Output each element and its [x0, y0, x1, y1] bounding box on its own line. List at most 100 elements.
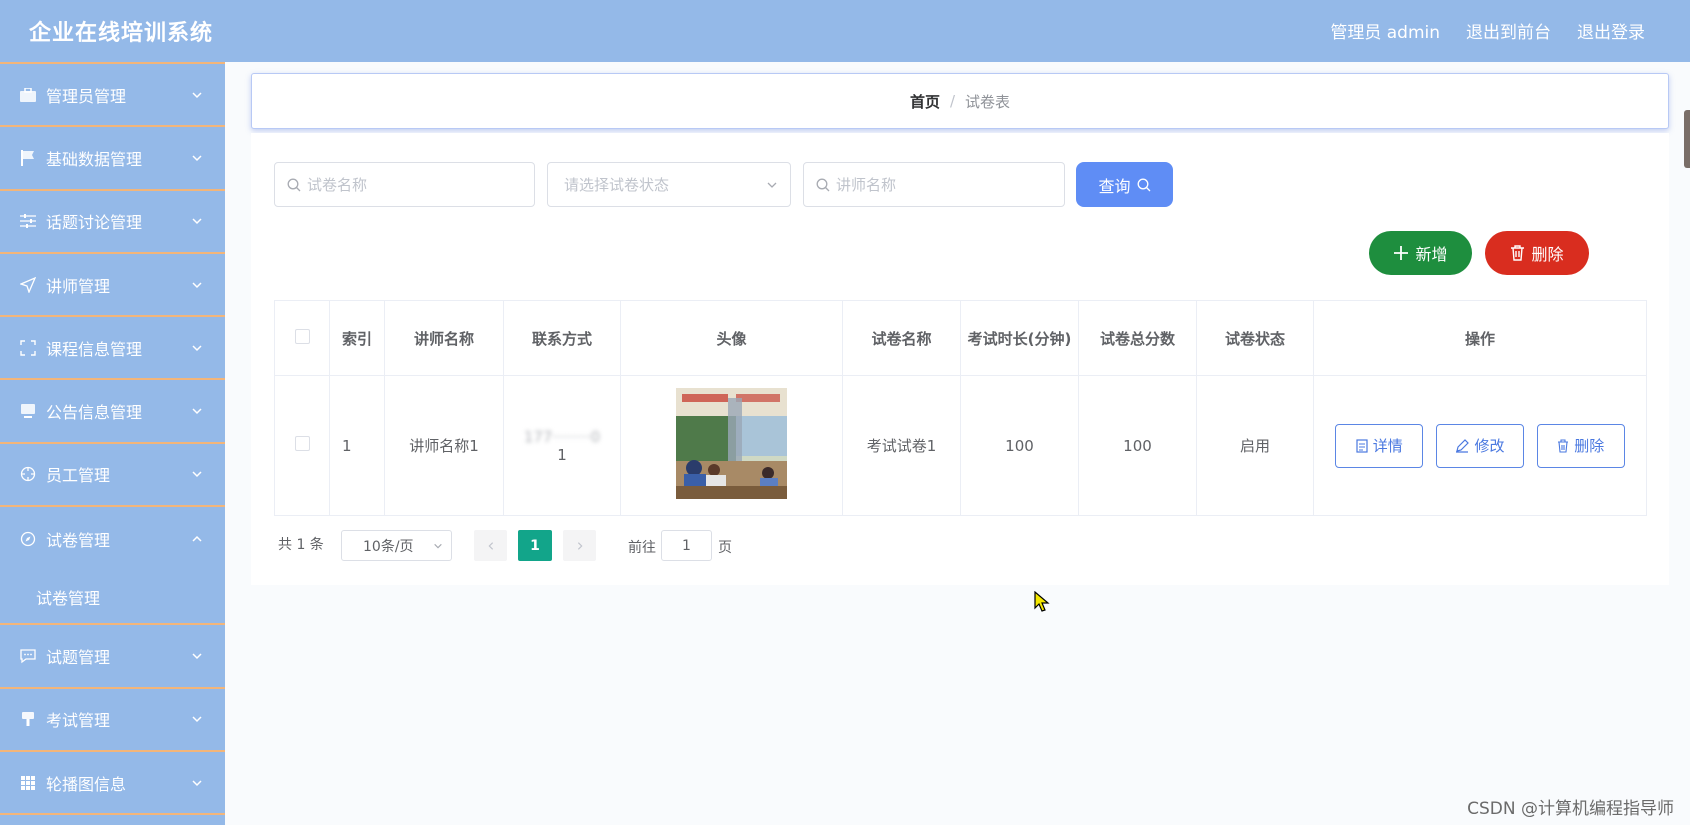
- edit-button[interactable]: 修改: [1436, 423, 1524, 468]
- chevron-down-icon: [192, 92, 202, 98]
- flag-icon: [19, 149, 37, 167]
- sidebar-item-label: 员工管理: [46, 466, 111, 486]
- sidebar-item-admin[interactable]: 管理员管理: [0, 64, 225, 128]
- goto-page-input[interactable]: 1: [661, 530, 712, 561]
- query-button[interactable]: 查询: [1076, 162, 1173, 207]
- table-row: 1 讲师名称1 177········0 1 考试试卷1 100 100 启用 …: [274, 375, 1647, 516]
- delete-row-button[interactable]: 删除: [1536, 423, 1625, 468]
- sidebar-item-label: 管理员管理: [46, 86, 127, 106]
- sidebar-item-label: 基础数据管理: [46, 149, 143, 169]
- total-count: 共 1 条: [278, 537, 324, 553]
- sidebar-item-topic[interactable]: 话题讨论管理: [0, 191, 225, 254]
- row-select-cell: [274, 375, 330, 516]
- teacher-name-search-input[interactable]: 讲师名称: [803, 162, 1065, 207]
- column-header: 索引: [329, 300, 385, 376]
- sidebar-item-course[interactable]: 课程信息管理: [0, 317, 225, 381]
- prev-page-button[interactable]: [474, 530, 507, 561]
- chevron-down-icon: [192, 471, 202, 478]
- index-cell: 1: [329, 375, 385, 516]
- sidebar: 管理员管理 基础数据管理 话题讨论管理 讲师管理 课程信息管理 公告信息管理 员…: [0, 62, 225, 825]
- sidebar-item-question[interactable]: 试题管理: [0, 625, 225, 689]
- placeholder-text: 讲师名称: [836, 176, 897, 194]
- sidebar-item-label: 课程信息管理: [46, 339, 143, 359]
- scrollbar-handle[interactable]: [1684, 110, 1690, 168]
- fullscreen-icon: [19, 339, 37, 357]
- search-icon: [816, 178, 830, 191]
- sidebar-item-label: 试卷管理: [46, 530, 111, 550]
- sliders-icon: [19, 212, 37, 230]
- delete-button-label: 删除: [1531, 245, 1564, 264]
- chevron-down-icon: [192, 345, 202, 351]
- column-header: 联系方式: [503, 300, 621, 376]
- sidebar-item-carousel[interactable]: 轮播图信息: [0, 752, 225, 816]
- sidebar-item-basic-data[interactable]: 基础数据管理: [0, 127, 225, 191]
- paper-table: 索引 讲师名称 联系方式 头像 试卷名称 考试时长(分钟) 试卷总分数 试卷状态…: [274, 300, 1647, 516]
- teacher-name-cell: 讲师名称1: [384, 375, 504, 516]
- chevron-down-icon: [192, 282, 202, 288]
- placeholder-text: 请选择试卷状态: [564, 176, 670, 194]
- chevron-down-icon: [192, 408, 202, 415]
- paper-name-search-input[interactable]: 试卷名称: [274, 162, 535, 207]
- column-header: 讲师名称: [384, 300, 504, 376]
- page-size-select[interactable]: 10条/页: [341, 530, 452, 561]
- row-checkbox[interactable]: [294, 436, 310, 451]
- sidebar-item-exam[interactable]: 考试管理: [0, 689, 225, 752]
- total-score-cell: 100: [1078, 375, 1197, 516]
- page-number-active[interactable]: 1: [518, 530, 552, 561]
- logout-link[interactable]: 退出登录: [1577, 18, 1645, 43]
- phone-line2: 1: [557, 445, 567, 464]
- pagination-total: 共 1 条: [278, 530, 324, 561]
- sidebar-item-label: 试题管理: [46, 648, 111, 668]
- column-header: 操作: [1313, 300, 1647, 376]
- compass-icon: [19, 530, 37, 548]
- send-icon: [19, 276, 37, 294]
- submenu-item-paper-manage[interactable]: 试卷管理: [0, 570, 225, 626]
- chevron-down-icon: [192, 155, 202, 161]
- operations-cell: 详情 修改 删除: [1313, 375, 1647, 516]
- query-button-label: 查询: [1098, 176, 1131, 196]
- top-navbar: 企业在线培训系统 管理员 admin 退出到前台 退出登录: [0, 0, 1690, 62]
- paper-status-select[interactable]: 请选择试卷状态: [547, 162, 791, 207]
- column-header: 试卷名称: [842, 300, 961, 376]
- briefcase-icon: [19, 86, 37, 104]
- breadcrumb-current: 试卷表: [965, 92, 1011, 111]
- search-icon: [287, 178, 301, 191]
- admin-user-link[interactable]: 管理员 admin: [1330, 18, 1440, 43]
- add-button-label: 新增: [1415, 245, 1448, 264]
- sidebar-item-employee[interactable]: 员工管理: [0, 444, 225, 508]
- sidebar-item-label: 考试管理: [46, 711, 111, 731]
- sidebar-item-notice[interactable]: 公告信息管理: [0, 380, 225, 444]
- column-header: 试卷状态: [1196, 300, 1314, 376]
- chevron-down-icon: [192, 218, 202, 225]
- plus-icon: [1394, 246, 1409, 260]
- column-header: 头像: [620, 300, 843, 376]
- phone-cell: 177········0 1: [503, 375, 621, 516]
- status-cell: 启用: [1196, 375, 1314, 516]
- select-all-cell: [274, 300, 330, 376]
- detail-button[interactable]: 详情: [1335, 423, 1424, 468]
- edit-icon: [1456, 438, 1470, 453]
- sidebar-item-paper[interactable]: 试卷管理: [0, 507, 225, 570]
- chevron-down-icon: [192, 780, 202, 786]
- sidebar-item-teacher[interactable]: 讲师管理: [0, 254, 225, 318]
- search-icon: [1137, 178, 1150, 191]
- goto-label: 前往: [628, 540, 656, 556]
- grid-icon: [19, 774, 37, 792]
- sidebar-item-label: 话题讨论管理: [46, 213, 143, 233]
- add-button[interactable]: 新增: [1369, 231, 1472, 275]
- duration-cell: 100: [960, 375, 1079, 516]
- avatar-image: [676, 388, 787, 499]
- phone-masked: 177········0: [523, 427, 601, 446]
- chevron-down-icon: [434, 543, 442, 549]
- batch-delete-button[interactable]: 删除: [1485, 231, 1589, 275]
- chevron-down-icon: [767, 182, 777, 188]
- exit-to-frontend-link[interactable]: 退出到前台: [1466, 18, 1551, 43]
- breadcrumb-home[interactable]: 首页: [910, 91, 940, 112]
- table-header-row: 索引 讲师名称 联系方式 头像 试卷名称 考试时长(分钟) 试卷总分数 试卷状态…: [274, 300, 1647, 376]
- chevron-down-icon: [192, 716, 202, 723]
- select-all-checkbox[interactable]: [294, 328, 310, 344]
- chat-icon: [19, 647, 37, 665]
- next-page-button[interactable]: [563, 530, 596, 561]
- avatar-cell: [620, 375, 843, 516]
- mouse-cursor-icon: [1034, 591, 1050, 612]
